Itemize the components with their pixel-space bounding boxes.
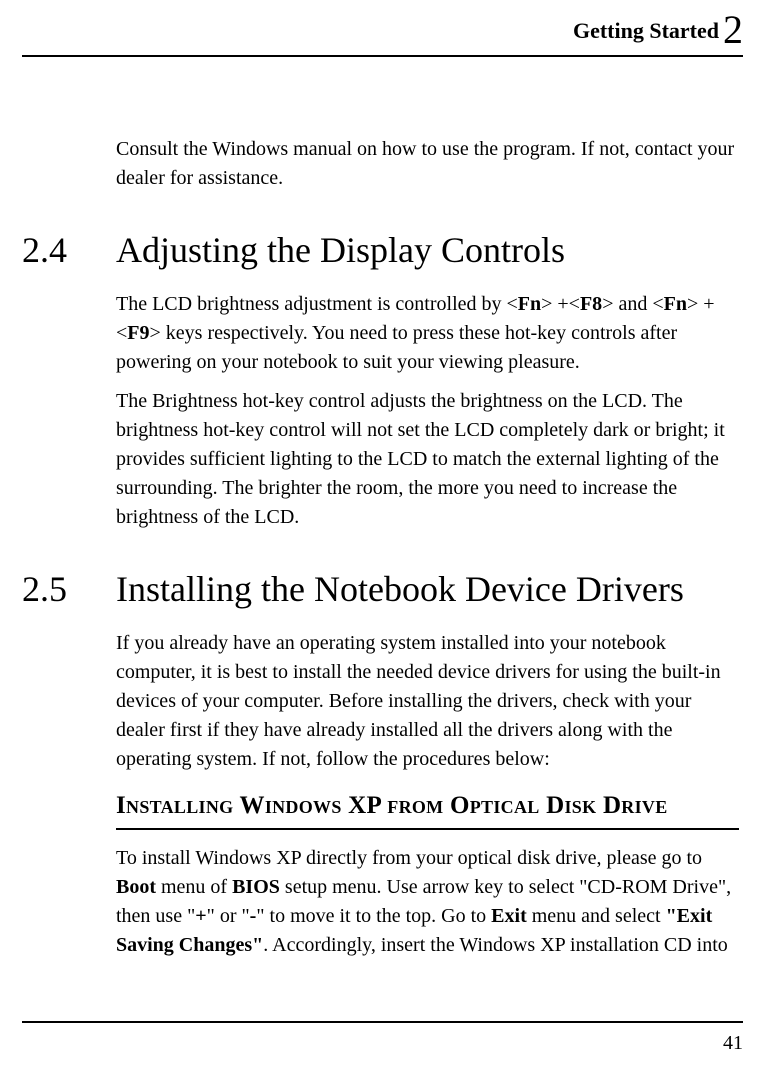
section-heading-2-4: 2.4 Adjusting the Display Controls: [22, 225, 739, 272]
page-header: Getting Started2: [22, 6, 743, 57]
section-title: Installing the Notebook Device Drivers: [116, 564, 684, 611]
section-heading-2-5: 2.5 Installing the Notebook Device Drive…: [22, 564, 739, 611]
header-title: Getting Started: [573, 18, 719, 43]
section-2-4-para-1: The LCD brightness adjustment is control…: [116, 290, 739, 377]
section-number: 2.5: [22, 564, 116, 611]
chapter-number: 2: [723, 7, 743, 52]
section-2-5-para-1: If you already have an operating system …: [116, 629, 739, 774]
section-2-5-para-2: To install Windows XP directly from your…: [116, 844, 739, 960]
section-title: Adjusting the Display Controls: [116, 225, 565, 272]
footer-rule: [22, 1021, 743, 1023]
section-number: 2.4: [22, 225, 116, 272]
intro-paragraph: Consult the Windows manual on how to use…: [116, 135, 739, 193]
subheading-install-xp: Installing Windows XP from Optical Disk …: [116, 788, 739, 829]
page-number: 41: [723, 1032, 743, 1055]
section-2-4-para-2: The Brightness hot-key control adjusts t…: [116, 387, 739, 532]
